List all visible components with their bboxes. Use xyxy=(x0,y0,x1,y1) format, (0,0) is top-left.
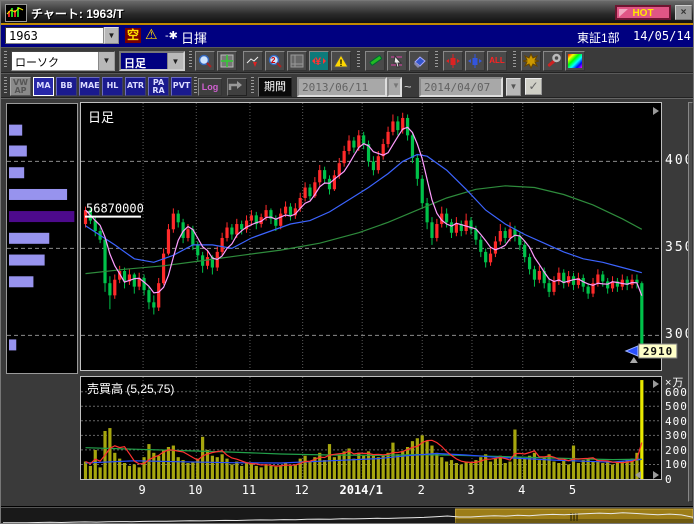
volume-tick-label: 100 xyxy=(665,458,688,471)
draw-pencil-icon[interactable] xyxy=(365,51,385,71)
right-scroll-ridge[interactable] xyxy=(688,102,693,502)
range-navigator[interactable] xyxy=(1,506,694,524)
x-tick-label: 2014/1 xyxy=(340,483,383,497)
indicator-vwap-button: VW AP xyxy=(10,77,31,96)
volume-tick-label: 500 xyxy=(665,400,688,413)
toolbar-grip[interactable] xyxy=(4,77,7,95)
indicator-atr-button[interactable]: ATR xyxy=(125,77,146,96)
indicator-hl-button[interactable]: HL xyxy=(102,77,123,96)
candle-up-icon[interactable] xyxy=(443,51,463,71)
price-yen-icon[interactable]: ¥ xyxy=(309,51,329,71)
alert-icon[interactable]: ! xyxy=(331,51,351,71)
chart-type-value: ローソク xyxy=(15,54,59,70)
grid-settings-icon[interactable] xyxy=(217,51,237,71)
all-button[interactable]: ALL xyxy=(487,51,507,71)
x-tick-label: 3 xyxy=(467,483,474,497)
indicator-ma-button[interactable]: MA xyxy=(33,77,54,96)
price-chart-pane[interactable]: 568700002910 xyxy=(80,102,662,371)
date-range-separator: ~ xyxy=(404,79,412,94)
toolbar-indicators: VW AP MA BB MAE HL ATR PA RA PVT Log 期間 … xyxy=(1,73,694,98)
chart-frame: 568700002910 日足 売買高 (5,25,75) 4000350030… xyxy=(1,98,694,507)
wrench-icon[interactable] xyxy=(543,51,563,71)
toolbar-grip[interactable] xyxy=(513,51,516,69)
date-from-input: 2013/06/11 xyxy=(297,77,387,97)
price-chart-canvas: 56870000 2910 xyxy=(81,103,693,370)
hot-badge[interactable]: HOT xyxy=(615,5,671,20)
zoom-icon[interactable] xyxy=(195,51,215,71)
volume-tick-label: 600 xyxy=(665,386,688,399)
svg-text:2910: 2910 xyxy=(643,345,674,358)
title-bar[interactable]: チャート: 1963/T HOT × xyxy=(1,1,694,25)
chart-type-select[interactable]: ローソク ▼ xyxy=(11,51,115,71)
x-tick-label: 12 xyxy=(294,483,308,497)
toolbar-grip[interactable] xyxy=(251,77,254,95)
volume-tick-label: 400 xyxy=(665,415,688,428)
volume-tick-label: 300 xyxy=(665,429,688,442)
toolbar-grip[interactable] xyxy=(194,77,197,95)
symbol-dropdown-icon[interactable]: ▼ xyxy=(104,27,119,44)
volume-profile-canvas xyxy=(7,104,77,373)
log-scale-button[interactable]: Log xyxy=(198,78,222,96)
indicator-mae-button[interactable]: MAE xyxy=(79,77,100,96)
x-tick-label: 10 xyxy=(188,483,202,497)
indicator-para-button[interactable]: PA RA xyxy=(148,77,169,96)
warning-icon: ⚠ xyxy=(145,26,158,43)
name-prefix: -✱ xyxy=(165,29,178,42)
toolbar-grip[interactable] xyxy=(4,51,7,69)
market-label: 東証1部 xyxy=(577,29,620,46)
quote-date: 14/05/14 xyxy=(633,29,691,43)
svg-text:2: 2 xyxy=(271,56,276,65)
color-palette-icon[interactable] xyxy=(565,51,585,71)
candle-down-icon[interactable] xyxy=(465,51,485,71)
indicator-pvt-button[interactable]: PVT xyxy=(171,77,192,96)
volume-tick-label: 0 xyxy=(665,473,673,486)
toolbar-main: ローソク ▼ 日足 ▼ 2 ¥ ! ALL xyxy=(1,47,694,73)
x-tick-label: 5 xyxy=(569,483,576,497)
chevron-down-icon[interactable]: ▼ xyxy=(98,52,114,70)
volume-tick-label: 200 xyxy=(665,444,688,457)
x-tick-label: 9 xyxy=(138,483,145,497)
svg-text:56870000: 56870000 xyxy=(86,202,144,216)
window-title: チャート: 1963/T xyxy=(31,5,124,22)
close-button[interactable]: × xyxy=(675,5,692,20)
toolbar-grip[interactable] xyxy=(435,51,438,69)
timeframe-select[interactable]: 日足 ▼ xyxy=(119,51,185,71)
select-cursor-icon[interactable] xyxy=(387,51,407,71)
chevron-down-icon[interactable]: ▼ xyxy=(167,53,183,69)
chart-tool-disabled-icon xyxy=(287,51,307,71)
x-tick-label: 11 xyxy=(242,483,256,497)
eraser-icon[interactable] xyxy=(409,51,429,71)
volume-profile-pane[interactable] xyxy=(6,103,78,374)
svg-text:¥: ¥ xyxy=(315,56,322,68)
chart-reload-icon[interactable] xyxy=(243,51,263,71)
svg-text:!: ! xyxy=(340,58,343,68)
zoom-2-icon[interactable]: 2 xyxy=(265,51,285,71)
navigator-canvas xyxy=(1,508,694,524)
volume-pane-title: 売買高 (5,25,75) xyxy=(87,380,174,397)
gear-icon[interactable] xyxy=(521,51,541,71)
hot-badge-label: HOT xyxy=(632,8,653,19)
date-to-dropdown-icon: ▼ xyxy=(506,78,521,96)
timeframe-value: 日足 xyxy=(124,55,146,71)
date-to-input: 2014/04/07 xyxy=(419,77,503,97)
date-from-dropdown-icon: ▼ xyxy=(387,77,402,97)
x-tick-label: 2 xyxy=(418,483,425,497)
quote-bar: 1963 ▼ 空 ⚠ -✱ 日揮 東証1部 14/05/14 xyxy=(1,25,694,47)
x-tick-label: 4 xyxy=(518,483,525,497)
app-chart-icon xyxy=(5,4,27,22)
indicator-bb-button[interactable]: BB xyxy=(56,77,77,96)
pane-title: 日足 xyxy=(88,107,114,126)
chart-window: { "window": {"title": "チャート: 1963/T", "h… xyxy=(0,0,694,524)
symbol-input[interactable]: 1963 xyxy=(5,27,104,44)
date-apply-checkbox: ✓ xyxy=(525,78,542,95)
period-button[interactable]: 期間 xyxy=(258,77,292,97)
toolbar-grip[interactable] xyxy=(189,51,192,69)
stock-name: 日揮 xyxy=(181,28,207,47)
short-sell-badge: 空 xyxy=(125,28,141,43)
hot-badge-triangle xyxy=(619,9,628,17)
jump-arrow-icon xyxy=(227,78,247,96)
toolbar-grip[interactable] xyxy=(357,51,360,69)
